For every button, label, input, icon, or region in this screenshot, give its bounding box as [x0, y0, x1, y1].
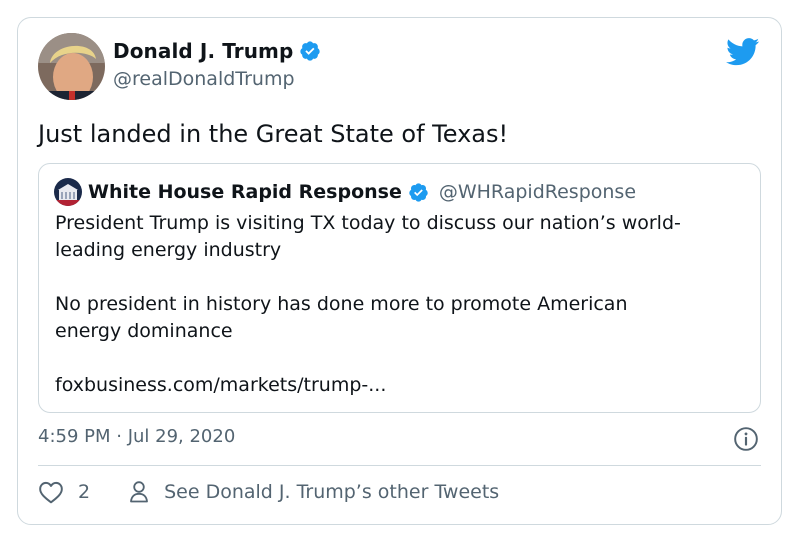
- person-icon: [130, 481, 148, 503]
- twitter-bird-icon[interactable]: [726, 38, 760, 66]
- author-name[interactable]: Donald J. Trump: [113, 39, 321, 63]
- quoted-author-handle: @WHRapidResponse: [438, 181, 637, 203]
- other-tweets-label: See Donald J. Trump’s other Tweets: [164, 481, 500, 503]
- author-name-text: Donald J. Trump: [113, 39, 294, 63]
- quoted-tweet[interactable]: White House Rapid Response @WHRapidRespo…: [38, 163, 761, 413]
- quoted-tweet-header: White House Rapid Response @WHRapidRespo…: [54, 178, 636, 206]
- quoted-author-avatar: [54, 178, 82, 206]
- verified-badge-icon: [409, 182, 428, 202]
- info-icon[interactable]: [733, 426, 759, 452]
- embedded-tweet-card: Donald J. Trump @realDonaldTrump Just la…: [17, 17, 782, 525]
- divider: [38, 465, 761, 466]
- heart-icon: [39, 481, 63, 504]
- other-tweets-link[interactable]: See Donald J. Trump’s other Tweets: [128, 480, 499, 504]
- like-count: 2: [78, 481, 91, 503]
- verified-badge-icon: [300, 41, 321, 61]
- quoted-text-line: leading energy industry: [55, 239, 282, 261]
- like-button[interactable]: 2: [38, 480, 90, 504]
- tweet-text: Just landed in the Great State of Texas!: [38, 120, 509, 148]
- quoted-text-line: President Trump is visiting TX today to …: [55, 212, 681, 234]
- quoted-tweet-body: President Trump is visiting TX today to …: [55, 210, 750, 399]
- tweet-timestamp[interactable]: 4:59 PM · Jul 29, 2020: [38, 426, 235, 447]
- tweet-actions: 2 See Donald J. Trump’s other Tweets: [38, 480, 499, 504]
- author-handle[interactable]: @realDonaldTrump: [113, 68, 295, 90]
- quoted-text-line: No president in history has done more to…: [55, 293, 628, 315]
- quoted-text-line: energy dominance: [55, 320, 233, 342]
- author-avatar[interactable]: [38, 33, 105, 100]
- quoted-author-name: White House Rapid Response: [88, 181, 402, 203]
- quoted-link[interactable]: foxbusiness.com/markets/trump-...: [55, 372, 750, 399]
